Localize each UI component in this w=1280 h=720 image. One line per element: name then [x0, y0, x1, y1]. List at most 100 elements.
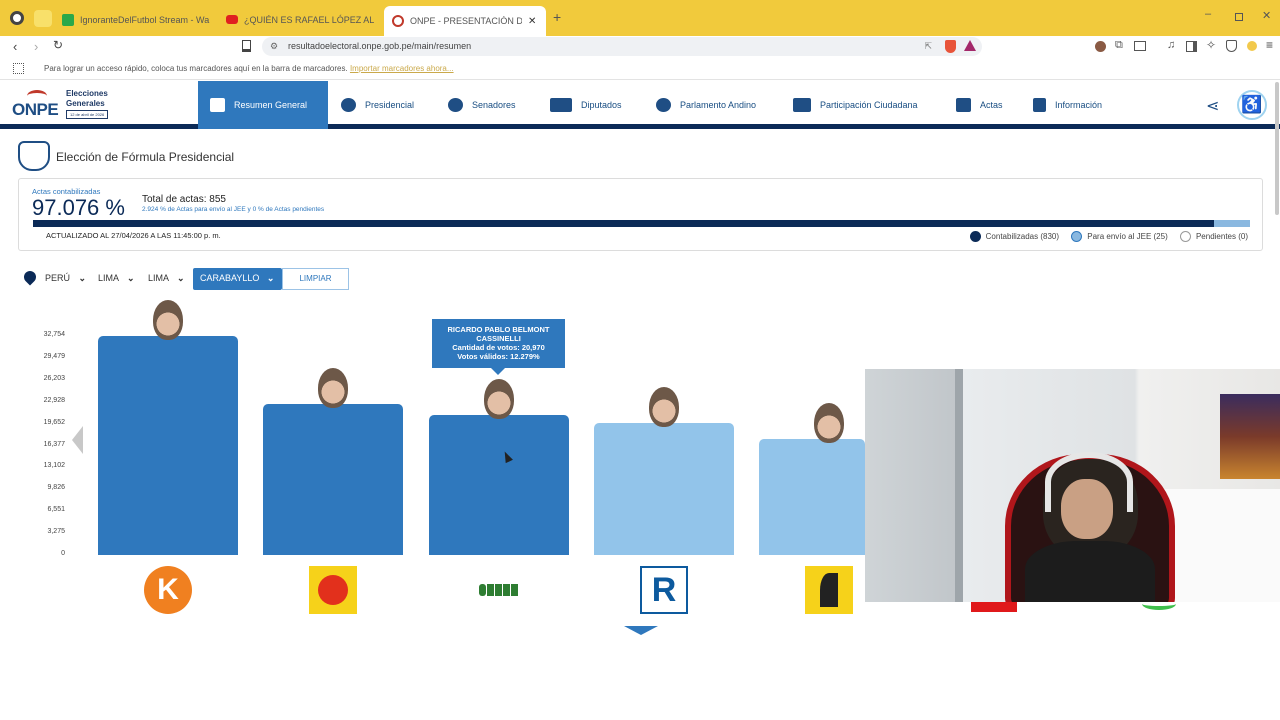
scroll-down-icon[interactable]	[624, 626, 658, 635]
minimize-icon[interactable]: –	[1205, 8, 1211, 20]
actas-progress-bar	[33, 220, 1250, 227]
page-scrollbar[interactable]	[1275, 82, 1279, 215]
new-tab-icon[interactable]: +	[553, 9, 561, 25]
onpe-tab-icon	[392, 15, 404, 27]
tab-onpe[interactable]: ONPE - PRESENTACIÓN DE RES ✕	[384, 6, 546, 36]
legend-item: Para envío al JEE (25)	[1071, 231, 1168, 242]
menu-icon[interactable]: ≡	[1266, 38, 1273, 52]
back-icon[interactable]: ‹	[13, 39, 17, 54]
y-tick-label: 29,479	[43, 352, 65, 360]
nav-resumen-general[interactable]: Resumen General	[198, 81, 328, 129]
vpn-icon[interactable]	[1226, 40, 1237, 52]
legend-label: Pendientes (0)	[1195, 231, 1248, 241]
onpe-logo-text: ONPE	[12, 100, 59, 119]
extension-cookie-icon[interactable]	[1095, 41, 1106, 52]
legend-dot	[969, 231, 981, 242]
rewards-icon[interactable]	[964, 40, 976, 51]
accessibility-icon[interactable]: ♿	[1237, 90, 1267, 120]
forward-icon[interactable]: ›	[34, 39, 38, 54]
tab-youtube[interactable]: ¿QUIÉN ES RAFAEL LÓPEZ ALIAGA? |	[226, 7, 374, 32]
candidate-bar[interactable]	[759, 439, 865, 555]
wallet-icon[interactable]	[1247, 41, 1257, 51]
bookmarks-hint: Para lograr un acceso rápido, coloca tus…	[44, 64, 454, 73]
share-url-icon[interactable]: ⇱	[924, 37, 932, 56]
nav-senadores[interactable]: Senadores	[448, 81, 516, 129]
legend-item: Pendientes (0)	[1179, 231, 1248, 242]
tab-label: IgnoranteDelFutbol Stream - Wa	[80, 14, 210, 25]
actas-summary: Actas contabilizadas 97.076 % Total de a…	[18, 178, 1263, 251]
site-settings-icon[interactable]: ⚙	[270, 37, 278, 56]
tab-label: ¿QUIÉN ES RAFAEL LÓPEZ ALIAGA? |	[244, 14, 374, 25]
party-logo-red	[971, 602, 1017, 612]
chevron-down-icon: ⌄	[177, 273, 185, 283]
nav-label: Parlamento Andino	[680, 100, 757, 110]
nav-presidencial[interactable]: Presidencial	[341, 81, 414, 129]
candidate-photo	[649, 386, 679, 427]
workspace-icon[interactable]	[34, 10, 52, 27]
candidate-photo	[484, 378, 514, 419]
close-tab-icon[interactable]: ✕	[528, 16, 536, 27]
tab-stream[interactable]: IgnoranteDelFutbol Stream - Wa	[62, 7, 214, 32]
browser-menu-icon[interactable]	[10, 11, 24, 25]
nav-label: Resumen General	[234, 100, 308, 110]
nav-label: Actas	[980, 100, 1003, 110]
import-bookmarks-link[interactable]: Importar marcadores ahora...	[350, 64, 454, 73]
r-letter-icon: R	[651, 570, 677, 609]
reload-icon[interactable]: ↻	[53, 38, 63, 52]
brave-shield-icon[interactable]	[945, 40, 956, 53]
road-icon	[820, 573, 838, 607]
nav-label: Senadores	[472, 100, 516, 110]
check-doc-icon	[956, 98, 971, 112]
close-window-icon[interactable]: ✕	[1262, 9, 1271, 22]
sun-logo	[309, 566, 357, 614]
clear-filters-button[interactable]: LIMPIAR	[282, 268, 349, 290]
candidate-bar[interactable]	[263, 403, 403, 555]
leo-ai-icon[interactable]: ✧	[1206, 38, 1216, 52]
candidate-bar[interactable]	[594, 422, 734, 555]
candidate-bar[interactable]	[429, 414, 569, 555]
chevron-down-icon: ⌄	[78, 273, 87, 283]
candidate-photo	[814, 403, 844, 444]
y-tick-label: 26,203	[43, 374, 65, 382]
y-tick-label: 9,826	[47, 484, 65, 492]
grid-icon	[210, 98, 225, 112]
tooltip-valid: Votos válidos: 12.279%	[457, 352, 540, 361]
district-dropdown[interactable]: CARABAYLLO ⌄	[193, 268, 282, 290]
share-icon[interactable]: ⋖	[1206, 96, 1219, 116]
screenshot-icon[interactable]	[1134, 41, 1146, 51]
candidate-photo	[153, 300, 183, 340]
nav-participacion-ciudadana[interactable]: Participación Ciudadana	[793, 81, 918, 129]
presidential-seal-icon	[18, 141, 50, 171]
nav-label: Participación Ciudadana	[820, 100, 918, 110]
country-dropdown[interactable]: PERÚ ⌄	[45, 268, 86, 290]
bookmarks-bar: Para lograr un acceso rápido, coloca tus…	[0, 58, 1280, 80]
y-tick-label: 16,377	[43, 440, 65, 448]
nav-parlamento-andino[interactable]: Parlamento Andino	[656, 81, 756, 129]
y-tick-label: 32,754	[43, 331, 65, 338]
senate-icon	[448, 98, 463, 112]
nav-label: Presidencial	[365, 100, 415, 110]
nav-diputados[interactable]: Diputados	[550, 81, 622, 129]
building-icon	[550, 98, 572, 112]
nav-actas[interactable]: Actas	[956, 81, 1003, 129]
candidate-bar[interactable]	[98, 336, 238, 555]
info-doc-icon	[1033, 98, 1046, 112]
stream-tab-icon	[62, 13, 74, 26]
apps-grid-icon[interactable]	[13, 63, 24, 74]
onpe-logo[interactable]: ONPE	[12, 90, 62, 120]
library-icon[interactable]: ♫	[1167, 39, 1175, 51]
url-text: resultadoelectoral.onpe.gob.pe/main/resu…	[288, 41, 472, 51]
actas-legend: Contabilizadas (830) Para envío al JEE (…	[969, 231, 1248, 242]
maximize-icon[interactable]	[1235, 13, 1243, 21]
dropdown-value: LIMA	[148, 273, 169, 283]
youtube-icon	[226, 15, 238, 24]
province-dropdown[interactable]: LIMA ⌄	[148, 268, 185, 290]
page-title: Elección de Fórmula Presidencial	[56, 150, 235, 164]
bookmark-icon[interactable]	[242, 40, 251, 52]
actas-detail: 2.924 % de Actas para envío al JEE y 0 %…	[142, 206, 325, 213]
nav-informacion[interactable]: Información	[1033, 81, 1102, 129]
extensions-icon[interactable]: ⧉	[1115, 39, 1123, 52]
sidebar-toggle-icon[interactable]	[1186, 41, 1197, 52]
region-dropdown[interactable]: LIMA ⌄	[98, 268, 135, 290]
address-bar[interactable]: ⚙ resultadoelectoral.onpe.gob.pe/main/re…	[262, 37, 982, 56]
